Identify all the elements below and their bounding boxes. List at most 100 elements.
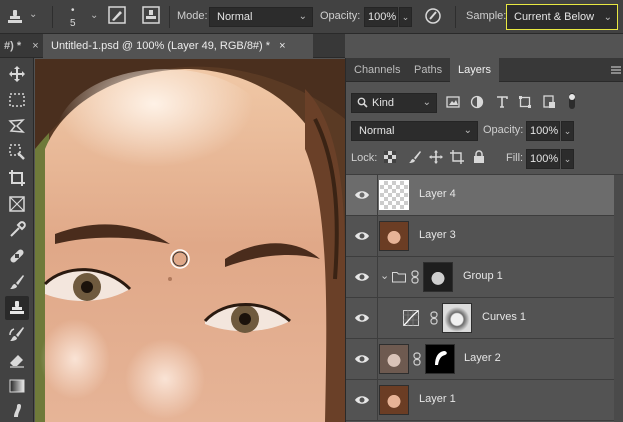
layer-row-group-1[interactable]: ⌄ Group 1 <box>346 257 623 298</box>
healing-brush-tool[interactable] <box>5 244 29 268</box>
tab-paths[interactable]: Paths <box>414 58 442 82</box>
layer-name: Curves 1 <box>482 311 527 323</box>
document-tab-label: #) * <box>4 40 22 52</box>
chevron-down-icon: ⌄ <box>463 125 472 136</box>
filter-toggle-switch[interactable] <box>568 92 576 110</box>
eye-icon[interactable] <box>354 311 370 325</box>
layer-thumbnail <box>379 180 409 210</box>
layer-row-layer-4[interactable]: Layer 4 <box>346 175 614 216</box>
opacity-slider-button[interactable]: ⌄ <box>399 7 412 27</box>
filter-adjustment-button[interactable] <box>470 95 484 109</box>
layer-filter-dropdown[interactable]: Kind ⌄ <box>351 93 437 113</box>
close-icon[interactable]: × <box>32 40 38 52</box>
filter-pixel-button[interactable] <box>446 95 460 109</box>
layers-scrollbar[interactable] <box>614 175 623 422</box>
lock-artboard-button[interactable] <box>450 150 464 164</box>
sample-label: Sample: <box>466 10 507 22</box>
chevron-down-icon: ⌄ <box>563 126 572 136</box>
chevron-down-icon: ⌄ <box>563 154 572 164</box>
link-icon <box>430 311 438 325</box>
tab-layers[interactable]: Layers <box>450 58 500 82</box>
tab-channels[interactable]: Channels <box>354 58 400 82</box>
brush-tool[interactable] <box>5 270 29 294</box>
eye-icon[interactable] <box>354 229 370 243</box>
layer-thumbnail <box>379 344 409 374</box>
blend-mode-dropdown[interactable]: Normal ⌄ <box>351 121 478 141</box>
eraser-icon <box>10 355 24 368</box>
search-icon <box>357 97 368 108</box>
panel-tab-bar: Channels Paths Layers <box>346 58 623 82</box>
eye-icon[interactable] <box>354 270 370 284</box>
eyedropper-tool[interactable] <box>5 218 29 242</box>
move-tool[interactable] <box>5 62 29 86</box>
filter-type-button[interactable] <box>495 95 509 109</box>
pressure-opacity-button[interactable] <box>423 6 443 26</box>
clone-stamp-tool[interactable] <box>5 296 29 320</box>
eye-icon[interactable] <box>354 393 370 407</box>
eye-icon[interactable] <box>354 188 370 202</box>
portrait-image <box>35 59 345 422</box>
shape-icon <box>519 96 531 108</box>
image-icon <box>446 96 460 108</box>
layer-name: Layer 3 <box>419 229 456 241</box>
lock-transparent-button[interactable] <box>384 151 396 163</box>
curves-adjustment-icon <box>403 310 419 326</box>
quick-select-tool[interactable] <box>5 140 29 164</box>
document-tab-active[interactable]: Untitled-1.psd @ 100% (Layer 49, RGB/8#)… <box>43 34 313 58</box>
checkerboard-icon <box>384 151 396 163</box>
brush-preset-picker[interactable]: • 5 ⌄ <box>62 3 102 31</box>
frame-tool[interactable] <box>5 192 29 216</box>
layer-thumbnail <box>379 385 409 415</box>
history-brush-tool[interactable] <box>5 322 29 346</box>
crop-tool[interactable] <box>5 166 29 190</box>
artboard-icon <box>450 150 464 164</box>
close-icon[interactable]: × <box>279 40 285 52</box>
chevron-down-icon[interactable]: ⌄ <box>380 269 389 282</box>
layer-row-layer-2[interactable]: Layer 2 <box>346 339 623 380</box>
brush-size-value: 5 <box>70 18 76 29</box>
marquee-tool[interactable] <box>5 88 29 112</box>
document-canvas[interactable] <box>35 59 345 422</box>
panel-menu-button[interactable] <box>610 64 622 76</box>
layer-row-layer-1[interactable]: Layer 1 <box>346 380 623 421</box>
fill-input[interactable]: 100% <box>526 149 560 169</box>
toggle-brush-settings-button[interactable] <box>108 6 128 26</box>
layer-opacity-input[interactable]: 100% <box>526 121 560 141</box>
quick-select-icon <box>9 144 25 160</box>
mask-shape-icon <box>435 351 447 365</box>
filter-smart-object-button[interactable] <box>542 95 556 109</box>
lock-position-button[interactable] <box>429 150 443 164</box>
clone-source-icon <box>142 6 160 24</box>
eraser-tool[interactable] <box>5 348 29 372</box>
lock-all-button[interactable] <box>473 150 485 164</box>
history-brush-icon <box>9 327 24 341</box>
smudge-tool[interactable] <box>5 398 29 422</box>
layer-opacity-slider-button[interactable]: ⌄ <box>561 121 574 141</box>
fill-value: 100% <box>530 153 559 165</box>
tools-panel <box>0 58 34 422</box>
opacity-value: 100% <box>368 11 397 23</box>
lasso-tool[interactable] <box>5 114 29 138</box>
chevron-down-icon: ⌄ <box>401 12 410 22</box>
layer-row-layer-3[interactable]: Layer 3 <box>346 216 623 257</box>
gradient-tool[interactable] <box>5 374 29 398</box>
lock-pixels-button[interactable] <box>408 150 422 164</box>
mode-dropdown[interactable]: Normal ⌄ <box>209 7 313 27</box>
smart-object-icon <box>543 95 555 108</box>
eye-icon[interactable] <box>354 352 370 366</box>
chevron-down-icon: ⌄ <box>298 11 307 22</box>
tab-label: Layers <box>458 64 492 76</box>
filter-shape-button[interactable] <box>518 95 532 109</box>
document-tab-previous[interactable]: #) * × <box>0 34 47 58</box>
options-bar: ⌄ • 5 ⌄ Mode: Normal ⌄ Opacity: 100% ⌄ S… <box>0 0 623 34</box>
toggle-clone-source-button[interactable] <box>142 6 162 26</box>
pressure-icon <box>425 8 441 24</box>
layer-row-curves-1[interactable]: Curves 1 <box>346 298 623 339</box>
fill-slider-button[interactable]: ⌄ <box>561 149 574 169</box>
clone-stamp-icon <box>10 301 24 314</box>
brush-icon <box>10 275 24 289</box>
tool-preset-picker[interactable]: ⌄ <box>4 6 44 28</box>
layer-name: Layer 4 <box>419 188 456 200</box>
sample-dropdown[interactable]: Current & Below ⌄ <box>506 4 618 30</box>
opacity-input[interactable]: 100% <box>364 7 398 27</box>
